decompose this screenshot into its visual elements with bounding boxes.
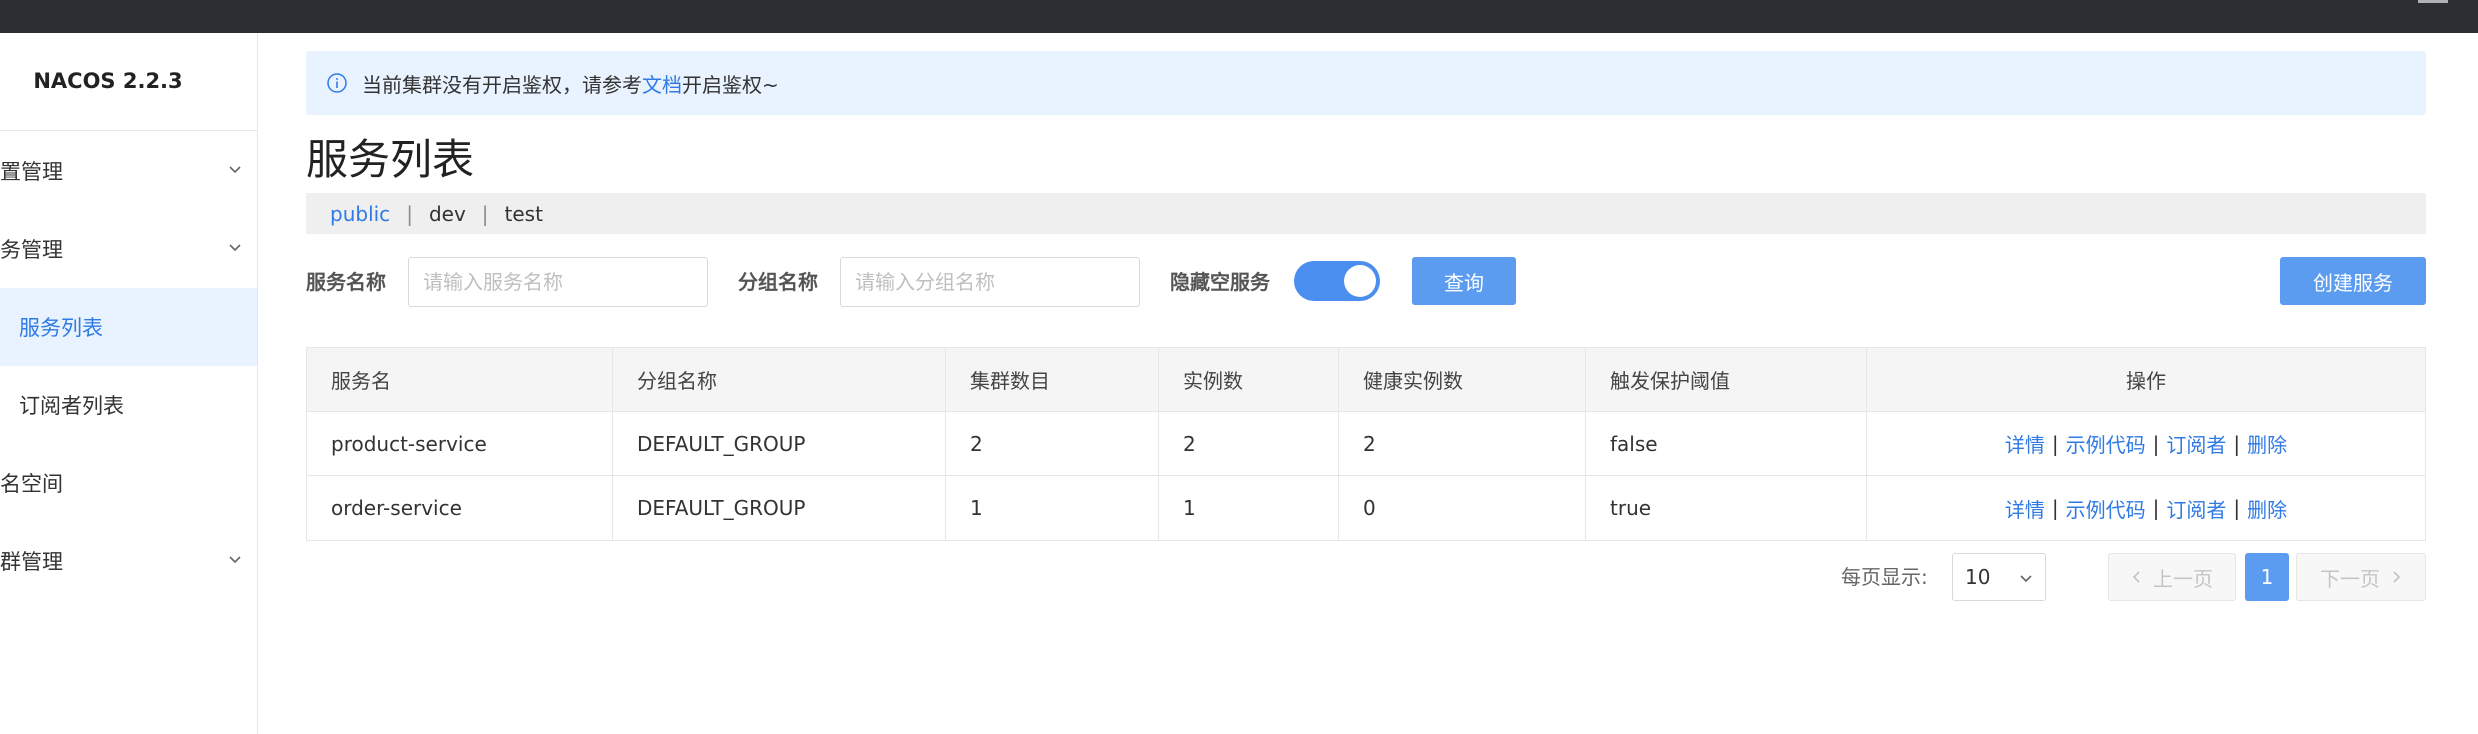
table-row: order-service DEFAULT_GROUP 1 1 0 true 详… <box>307 476 2425 540</box>
group-name-label: 分组名称 <box>738 270 818 294</box>
cluster-count-cell: 2 <box>946 412 1159 475</box>
namespace-separator: | <box>481 201 489 226</box>
sidebar-item-subscriber-list[interactable]: 订阅者列表 <box>0 366 257 444</box>
actions-cell: 详情 | 示例代码 | 订阅者 | 删除 <box>1867 476 2425 540</box>
action-separator: | <box>2051 496 2059 520</box>
chevron-down-icon <box>2020 575 2032 583</box>
subscribers-link[interactable]: 订阅者 <box>2166 429 2226 458</box>
column-header: 服务名 <box>307 348 613 411</box>
sample-code-link[interactable]: 示例代码 <box>2066 429 2146 458</box>
sidebar-item-cluster-management[interactable]: 集群管理 <box>0 522 257 600</box>
column-header: 健康实例数 <box>1339 348 1586 411</box>
group-name-cell: DEFAULT_GROUP <box>613 476 946 540</box>
threshold-cell: true <box>1586 476 1867 540</box>
alert-message: 当前集群没有开启鉴权，请参考文档开启鉴权~ <box>362 69 779 98</box>
action-separator: | <box>2233 496 2241 520</box>
sidebar-item-service-list[interactable]: 服务列表 <box>0 288 257 366</box>
menu-icon[interactable] <box>2418 0 2448 3</box>
action-separator: | <box>2051 431 2059 456</box>
page-title: 服务列表 <box>306 135 475 184</box>
column-header: 实例数 <box>1159 348 1339 411</box>
namespace-test[interactable]: test <box>505 202 543 226</box>
namespace-separator: | <box>406 201 413 226</box>
actions-cell: 详情 | 示例代码 | 订阅者 | 删除 <box>1867 412 2425 475</box>
sidebar-item-config-management[interactable]: 配置管理 <box>0 132 257 210</box>
query-button[interactable]: 查询 <box>1412 257 1516 305</box>
page-number-current[interactable]: 1 <box>2245 553 2289 601</box>
chevron-left-icon <box>2132 571 2140 583</box>
auth-alert: 当前集群没有开启鉴权，请参考文档开启鉴权~ <box>306 51 2426 115</box>
info-icon <box>327 73 347 93</box>
toggle-knob <box>1344 265 1376 297</box>
filter-row: 服务名称 分组名称 隐藏空服务 查询 创建服务 <box>306 257 2426 307</box>
chevron-right-icon <box>2393 571 2401 583</box>
chevron-down-icon <box>229 556 241 564</box>
delete-link[interactable]: 删除 <box>2247 494 2287 523</box>
sample-code-link[interactable]: 示例代码 <box>2066 494 2146 523</box>
sidebar: NACOS 2.2.3 配置管理 服务管理 服务列表 订阅者列表 命名空间 集群… <box>0 33 258 734</box>
action-separator: | <box>2152 496 2160 520</box>
per-page-label: 每页显示: <box>1841 565 1928 589</box>
group-name-cell: DEFAULT_GROUP <box>613 412 946 475</box>
healthy-count-cell: 0 <box>1339 476 1586 540</box>
table-header: 服务名 分组名称 集群数目 实例数 健康实例数 触发保护阈值 操作 <box>307 348 2425 412</box>
hide-empty-label: 隐藏空服务 <box>1170 270 1270 294</box>
sidebar-item-label: 集群管理 <box>0 550 63 574</box>
sidebar-divider <box>0 130 257 131</box>
next-page-label: 下一页 <box>2320 566 2380 591</box>
namespace-bar: public | dev | test <box>306 193 2426 234</box>
next-page-button[interactable]: 下一页 <box>2296 553 2426 601</box>
sidebar-item-namespace[interactable]: 命名空间 <box>0 444 257 522</box>
hide-empty-toggle[interactable] <box>1294 261 1380 301</box>
alert-text-before: 当前集群没有开启鉴权，请参考 <box>362 72 642 97</box>
column-header: 操作 <box>2126 369 2166 393</box>
column-header: 触发保护阈值 <box>1586 348 1867 411</box>
instance-count-cell: 1 <box>1159 476 1339 540</box>
main-content: 当前集群没有开启鉴权，请参考文档开启鉴权~ 服务列表 public | dev … <box>306 33 2426 734</box>
delete-link[interactable]: 删除 <box>2247 429 2287 458</box>
service-name-cell: order-service <box>307 476 613 540</box>
details-link[interactable]: 详情 <box>2005 429 2045 458</box>
sidebar-item-service-management[interactable]: 服务管理 <box>0 210 257 288</box>
subscribers-link[interactable]: 订阅者 <box>2166 494 2226 523</box>
prev-page-label: 上一页 <box>2153 566 2213 591</box>
column-header: 分组名称 <box>613 348 946 411</box>
instance-count-cell: 2 <box>1159 412 1339 475</box>
sidebar-item-label: 命名空间 <box>0 472 63 496</box>
service-name-label: 服务名称 <box>306 270 386 294</box>
action-separator: | <box>2152 431 2160 456</box>
brand-logo: NACOS 2.2.3 <box>33 69 183 93</box>
create-service-button[interactable]: 创建服务 <box>2280 257 2426 305</box>
service-name-cell: product-service <box>307 412 613 475</box>
group-name-input[interactable] <box>840 257 1140 307</box>
details-link[interactable]: 详情 <box>2005 494 2045 523</box>
cluster-count-cell: 1 <box>946 476 1159 540</box>
namespace-public[interactable]: public <box>330 202 390 226</box>
docs-link[interactable]: 文档 <box>642 73 682 97</box>
prev-page-button[interactable]: 上一页 <box>2108 553 2236 601</box>
threshold-cell: false <box>1586 412 1867 475</box>
chevron-down-icon <box>229 244 241 252</box>
top-bar <box>0 0 2478 33</box>
page-size-value: 10 <box>1965 565 1991 589</box>
service-table: 服务名 分组名称 集群数目 实例数 健康实例数 触发保护阈值 操作 produc… <box>306 347 2426 541</box>
chevron-down-icon <box>229 166 241 174</box>
sidebar-item-label: 服务管理 <box>0 238 63 262</box>
sidebar-item-label: 订阅者列表 <box>19 394 124 418</box>
column-header: 集群数目 <box>946 348 1159 411</box>
action-separator: | <box>2233 431 2241 456</box>
healthy-count-cell: 2 <box>1339 412 1586 475</box>
alert-text-after: 开启鉴权~ <box>682 72 779 97</box>
sidebar-item-label: 配置管理 <box>0 160 63 184</box>
sidebar-item-label: 服务列表 <box>19 316 103 340</box>
page-size-select[interactable]: 10 <box>1952 553 2046 601</box>
namespace-dev[interactable]: dev <box>429 202 466 226</box>
service-name-input[interactable] <box>408 257 708 307</box>
table-row: product-service DEFAULT_GROUP 2 2 2 fals… <box>307 412 2425 476</box>
